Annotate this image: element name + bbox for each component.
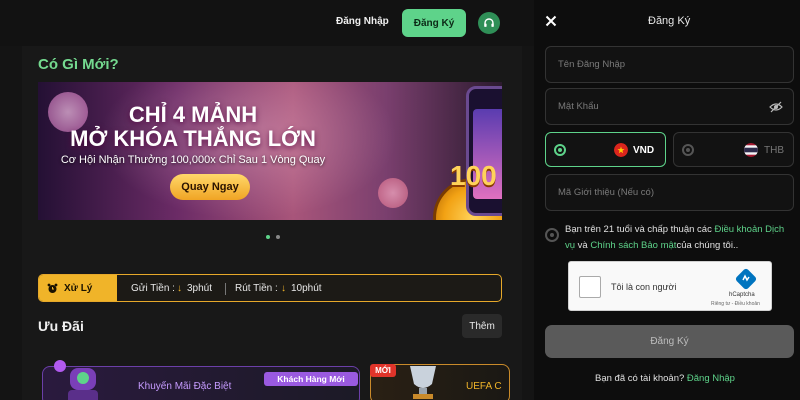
banner-headline-2: MỞ KHÓA THẮNG LỚN	[70, 126, 316, 151]
terms-text: Bạn trên 21 tuổi và chấp thuận các Điều …	[565, 222, 793, 254]
carousel-dots	[266, 235, 280, 239]
news-section-title: Có Gì Mới?	[38, 56, 119, 73]
deposit-time: 3phút	[187, 283, 213, 294]
processing-badge: Xử Lý	[39, 275, 117, 301]
divider	[225, 283, 226, 295]
banner-headline-1: CHỈ 4 MẢNH	[128, 102, 258, 127]
currency-code: VND	[633, 145, 655, 156]
vietnam-flag-icon	[614, 143, 628, 157]
referral-placeholder: Mã Giới thiệu (Nếu có)	[558, 187, 654, 198]
terms-suffix: của chúng tôi..	[676, 240, 739, 251]
spin-now-button[interactable]: Quay Ngay	[170, 174, 250, 200]
offer-title: UEFA C	[466, 381, 502, 392]
down-arrow-icon: ↓	[177, 283, 182, 294]
privacy-policy-link[interactable]: Chính sách Bảo mật	[590, 240, 676, 251]
password-placeholder: Mật Khẩu	[558, 101, 599, 112]
register-button[interactable]: Đăng Ký	[402, 9, 466, 37]
new-customer-badge: Khách Hàng Mới	[264, 372, 358, 386]
new-badge: MỚI	[370, 364, 396, 377]
login-prompt: Bạn đã có tài khoản? Đăng Nhập	[595, 373, 735, 384]
captcha-checkbox[interactable]	[579, 276, 601, 298]
withdraw-label: Rút Tiền :	[235, 283, 278, 294]
hcaptcha-widget: Tôi là con người hCaptcha Riêng tư - Điề…	[568, 261, 772, 311]
referral-code-field[interactable]: Mã Giới thiệu (Nếu có)	[545, 174, 794, 211]
footer-login-link[interactable]: Đăng Nhập	[687, 373, 735, 384]
phone-graphic	[466, 86, 502, 216]
panel-title: Đăng Ký	[648, 15, 691, 27]
username-placeholder: Tên Đăng Nhập	[558, 59, 626, 70]
close-icon	[545, 15, 557, 27]
username-field[interactable]: Tên Đăng Nhập	[545, 46, 794, 83]
terms-radio[interactable]	[545, 228, 559, 242]
robot-mascot-icon	[54, 360, 98, 400]
captcha-brand: hCaptcha	[729, 292, 755, 298]
withdraw-time: 10phút	[291, 283, 322, 294]
headset-icon	[484, 18, 494, 27]
candy-decoration	[378, 178, 408, 208]
thailand-flag-icon	[744, 143, 758, 157]
promo-banner[interactable]: 100 CHỈ 4 MẢNH MỞ KHÓA THẮNG LỚN Cơ Hội …	[38, 82, 502, 220]
eye-slash-icon[interactable]	[769, 101, 783, 113]
password-field[interactable]: Mật Khẩu	[545, 88, 794, 125]
radio-selected	[554, 144, 566, 156]
alarm-clock-icon	[47, 283, 58, 293]
register-submit-button[interactable]: Đăng Ký	[545, 325, 794, 358]
login-prompt-text: Bạn đã có tài khoản?	[595, 373, 687, 384]
captcha-label: Tôi là con người	[611, 282, 677, 292]
carousel-dot[interactable]	[266, 235, 270, 239]
deposit-label: Gửi Tiền :	[131, 283, 175, 294]
trophy-icon	[410, 366, 436, 399]
hcaptcha-logo-icon	[735, 268, 757, 290]
down-arrow-icon: ↓	[281, 283, 286, 294]
currency-code: THB	[764, 145, 784, 156]
login-link[interactable]: Đăng Nhập	[336, 16, 389, 27]
more-offers-button[interactable]: Thêm	[462, 314, 502, 338]
processing-label: Xử Lý	[64, 282, 93, 294]
banner-subtitle: Cơ Hội Nhận Thưởng 100,000x Chỉ Sau 1 Vò…	[60, 154, 326, 166]
support-button[interactable]	[478, 12, 500, 34]
terms-and: và	[575, 240, 591, 251]
offers-section-title: Ưu Đãi	[38, 318, 84, 334]
radio-unselected	[682, 144, 694, 156]
close-button[interactable]	[542, 12, 560, 30]
offer-title: Khuyến Mãi Đặc Biệt	[138, 381, 232, 392]
carousel-dot[interactable]	[276, 235, 280, 239]
terms-prefix: Bạn trên 21 tuổi và chấp thuận các	[565, 224, 715, 235]
currency-option-vnd[interactable]: VND	[545, 132, 666, 167]
currency-option-thb[interactable]: THB	[673, 132, 794, 167]
captcha-links[interactable]: Riêng tư - Điều khoản	[711, 301, 760, 307]
banner-number: 100	[450, 160, 497, 191]
processing-time-bar: Xử Lý Gửi Tiền : ↓ 3phút Rút Tiền : ↓ 10…	[38, 274, 502, 302]
